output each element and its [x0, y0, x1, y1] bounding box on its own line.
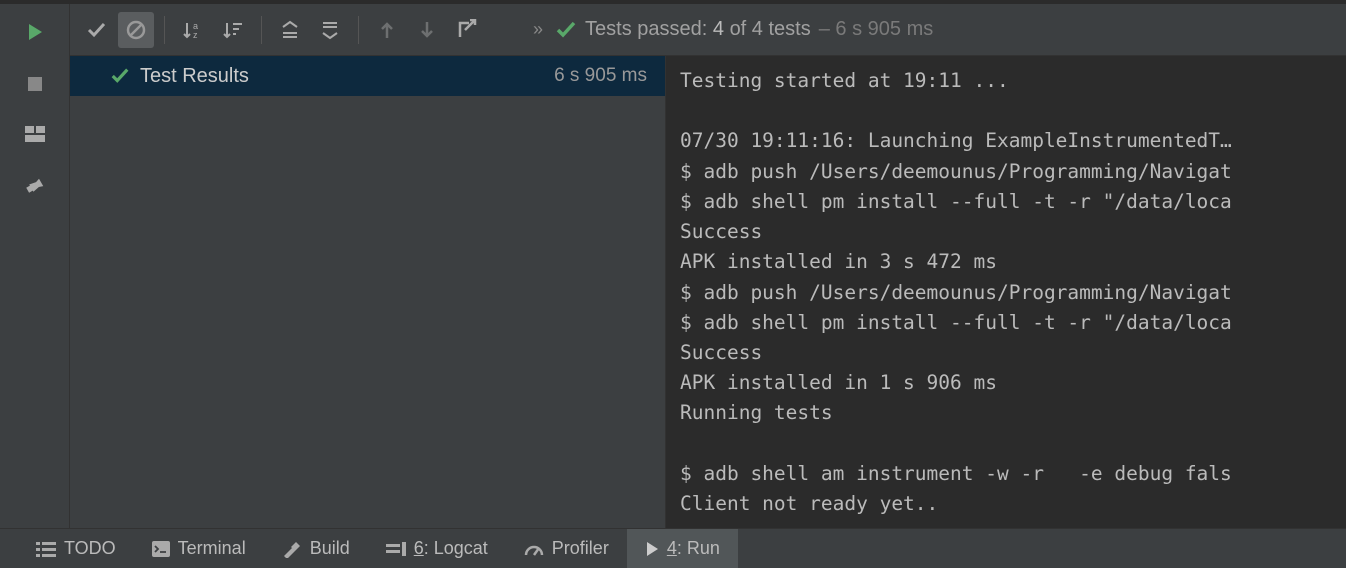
logcat-icon: [386, 542, 406, 556]
pin-button[interactable]: [25, 176, 45, 196]
terminal-tab[interactable]: Terminal: [134, 529, 264, 568]
profiler-tab[interactable]: Profiler: [506, 529, 627, 568]
check-icon: [110, 66, 130, 86]
todo-tab[interactable]: TODO: [18, 529, 134, 568]
play-icon: [645, 541, 659, 557]
svg-text:z: z: [193, 30, 198, 40]
hammer-icon: [282, 540, 302, 558]
check-icon: [555, 19, 577, 41]
test-toolbar: az »: [70, 4, 1346, 56]
logcat-tab[interactable]: 6: Logcat: [368, 529, 506, 568]
next-failed-button[interactable]: [409, 12, 445, 48]
overflow-chevron[interactable]: »: [533, 19, 543, 40]
list-icon: [36, 541, 56, 557]
test-tree-pane[interactable]: Test Results 6 s 905 ms: [70, 56, 666, 528]
run-tab[interactable]: 4: Run: [627, 529, 738, 568]
stop-button[interactable]: [27, 76, 43, 92]
bottom-tool-bar: TODO Terminal Build 6: Logcat Profiler 4…: [0, 528, 1346, 568]
test-results-row[interactable]: Test Results 6 s 905 ms: [70, 56, 665, 96]
terminal-icon: [152, 541, 170, 557]
sort-alpha-button[interactable]: az: [175, 12, 211, 48]
test-results-label: Test Results: [140, 65, 544, 88]
build-tab[interactable]: Build: [264, 529, 368, 568]
test-status-text: Tests passed: 4 of 4 tests – 6 s 905 ms: [555, 18, 933, 41]
collapse-all-button[interactable]: [312, 12, 348, 48]
expand-all-button[interactable]: [272, 12, 308, 48]
test-results-time: 6 s 905 ms: [554, 65, 647, 87]
export-results-button[interactable]: [449, 12, 485, 48]
sort-duration-button[interactable]: [215, 12, 251, 48]
prev-failed-button[interactable]: [369, 12, 405, 48]
layout-button[interactable]: [25, 126, 45, 142]
rerun-button[interactable]: [25, 22, 45, 42]
show-ignored-button[interactable]: [118, 12, 154, 48]
show-passed-button[interactable]: [78, 12, 114, 48]
left-gutter: [0, 4, 70, 528]
gauge-icon: [524, 541, 544, 557]
console-output[interactable]: Testing started at 19:11 ... 07/30 19:11…: [666, 56, 1346, 528]
